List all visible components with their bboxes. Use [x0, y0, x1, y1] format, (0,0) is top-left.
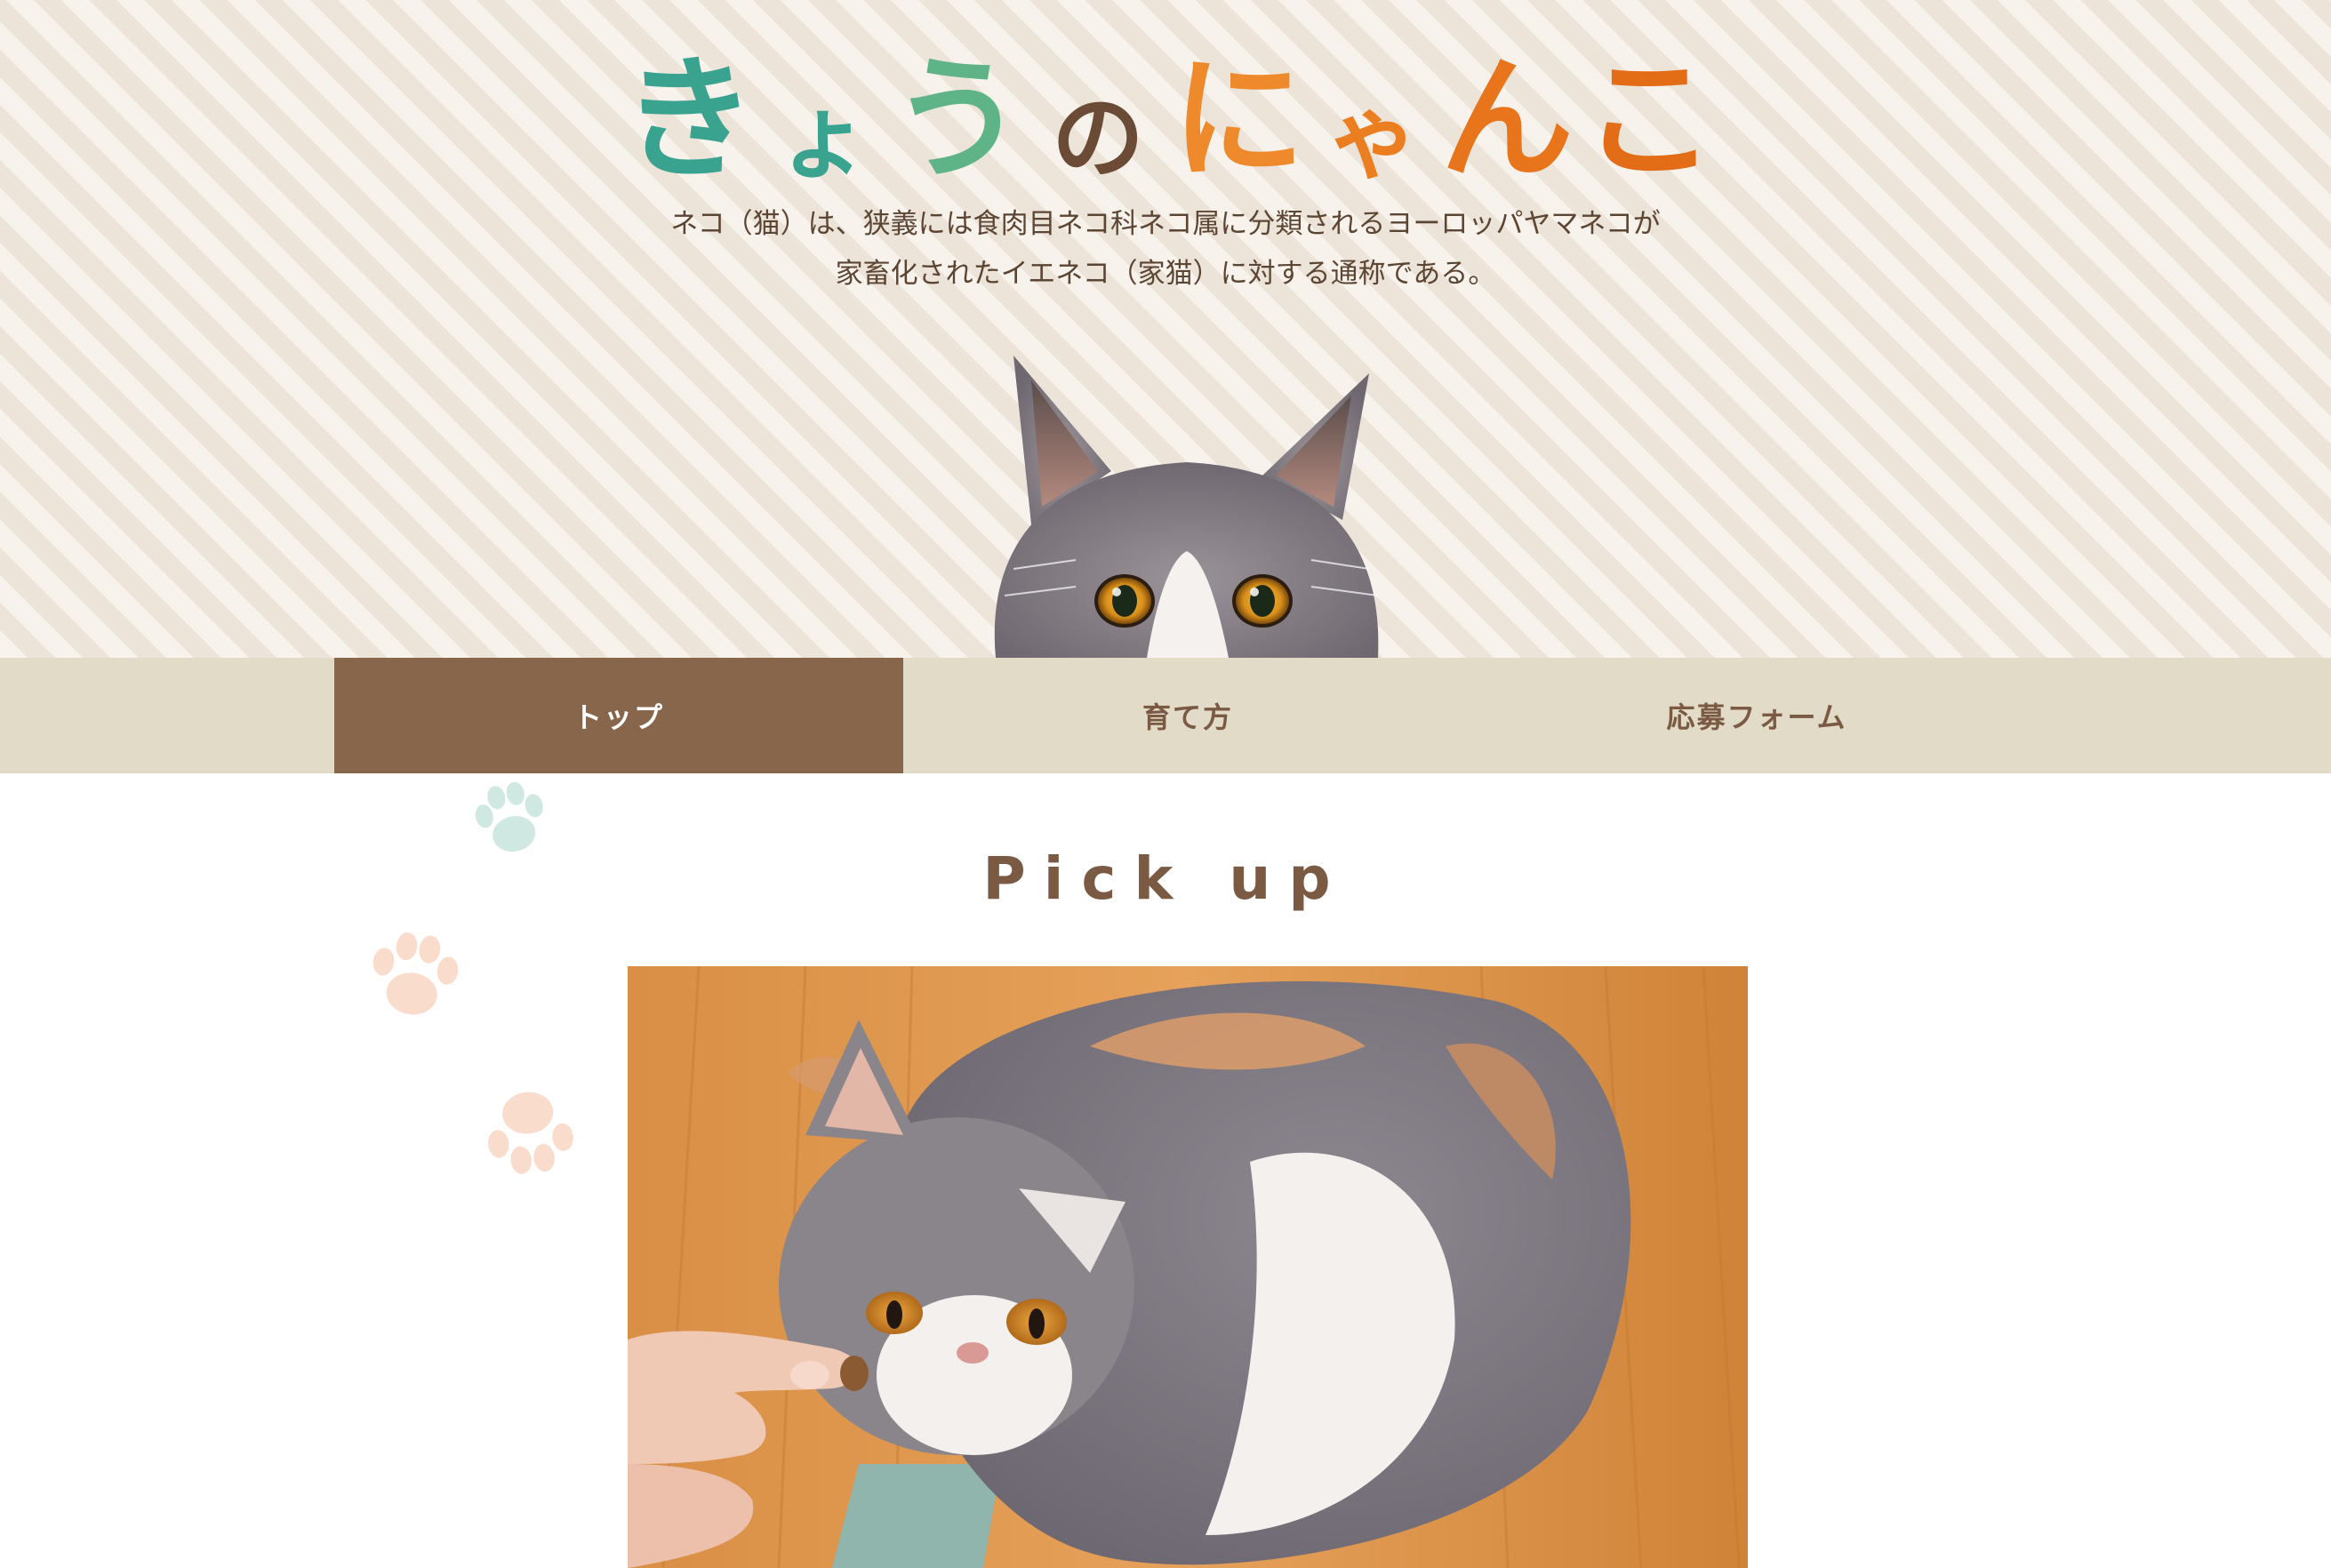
- nav-item-care[interactable]: 育て方: [903, 658, 1472, 773]
- title-char: ん: [1439, 43, 1582, 197]
- title-char: ゃ: [1326, 84, 1428, 192]
- paw-print-icon: [487, 1092, 573, 1174]
- paw-print-icon: [372, 932, 459, 1015]
- cat-head-image: [994, 356, 1379, 658]
- pickup-cat-photo[interactable]: [628, 966, 1748, 1568]
- nav-item-top[interactable]: トップ: [334, 658, 903, 773]
- title-char: の: [1051, 84, 1153, 192]
- intro-line: 家畜化されたイエネコ（家猫）に対する通称である。: [835, 258, 1496, 290]
- site-header: き ょ う の に ゃ ん こ ネコ（猫）は、狭義には食肉目ネコ科ネコ属に分類さ…: [0, 0, 2331, 658]
- nav-item-application-form[interactable]: 応募フォーム: [1472, 658, 2041, 773]
- global-nav: トップ 育て方 応募フォーム: [0, 658, 2331, 773]
- title-char: き: [622, 43, 765, 197]
- intro-line: ネコ（猫）は、狭義には食肉目ネコ科ネコ属に分類されるヨーロッパヤマネコが: [670, 208, 1661, 240]
- intro-text: ネコ（猫）は、狭義には食肉目ネコ科ネコ属に分類されるヨーロッパヤマネコが 家畜化…: [543, 199, 1788, 299]
- title-char: ょ: [777, 84, 879, 192]
- title-char: う: [891, 43, 1034, 197]
- nav-inner: トップ 育て方 応募フォーム: [334, 658, 2041, 773]
- title-char: に: [1171, 43, 1314, 197]
- site-title[interactable]: き ょ う の に ゃ ん こ: [622, 36, 1725, 204]
- pickup-heading: Pick up: [982, 844, 1349, 913]
- title-char: こ: [1582, 43, 1725, 197]
